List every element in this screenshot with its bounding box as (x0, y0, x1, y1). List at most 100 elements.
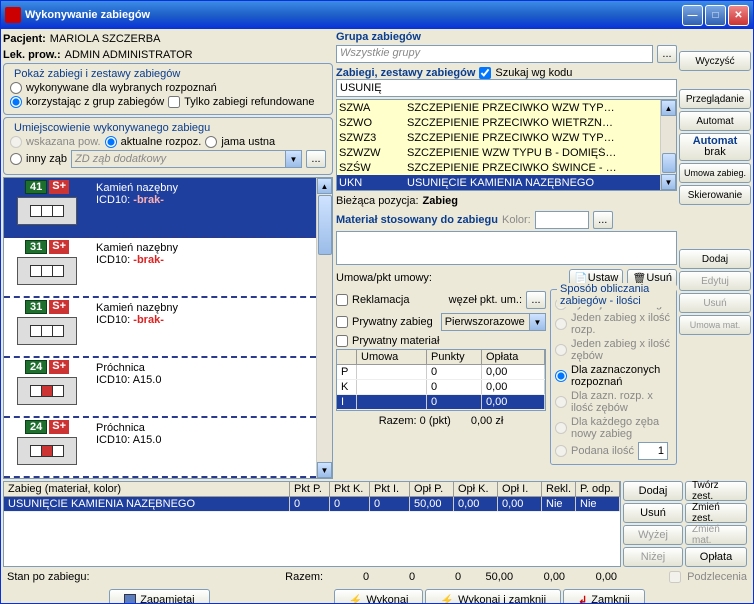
list-item[interactable]: SZWZWSZCZEPIENIE WZW TYPU B - DOMIĘŚ… (337, 145, 660, 160)
scroll-up-icon[interactable]: ▲ (661, 100, 676, 116)
bg-wyzej-button[interactable]: Wyżej (623, 525, 683, 545)
maximize-button[interactable]: □ (705, 5, 726, 26)
list-item[interactable]: SZWZ3SZCZEPIENIE PRZECIWKO WZW TYP… (337, 130, 660, 145)
bg-usun-button[interactable]: Usuń (623, 503, 683, 523)
loc-combo[interactable]: ZD ząb dodatkowy ▼ (71, 150, 302, 168)
procedure-item[interactable]: 41 S+ Kamień nazębny ICD10: -brak- (4, 178, 316, 238)
zapamietaj-button[interactable]: Zapamiętaj (109, 589, 209, 603)
th: P. odp. (576, 482, 620, 496)
bg-dodaj-button[interactable]: Dodaj (623, 481, 683, 501)
podana-input[interactable] (638, 442, 668, 460)
umowa-mat-button[interactable]: Umowa mat. (679, 315, 751, 335)
umowa-zabieg-button[interactable]: Umowa zabieg. (679, 163, 751, 183)
bg-tworz-button[interactable]: Twórz zest. (685, 481, 747, 501)
skierowanie-button[interactable]: Skierowanie (679, 185, 751, 205)
grupa-title: Grupa zabiegów (336, 31, 677, 43)
sposob-radio-3[interactable] (555, 370, 567, 382)
automat-brak-button[interactable]: Automatbrak (679, 133, 751, 161)
scrollbar[interactable]: ▲ ▼ (316, 178, 332, 478)
code-listbox[interactable]: SZWASZCZEPIENIE PRZECIWKO WZW TYP…SZWOSZ… (336, 99, 677, 191)
titlebar: Wykonywanie zabiegów — □ ✕ (1, 1, 753, 29)
podzlecenia-checkbox[interactable] (669, 571, 681, 583)
list-item[interactable]: SZWASZCZEPIENIE PRZECIWKO WZW TYP… (337, 100, 660, 115)
bg-zmienmat-button[interactable]: Zmień mat. (685, 525, 747, 545)
prywatny-material-checkbox[interactable] (336, 335, 348, 347)
procedure-item[interactable]: 31 S+ Kamień nazębny ICD10: -brak- (4, 298, 316, 358)
search-code-checkbox[interactable] (479, 67, 491, 79)
edytuj-mat-button[interactable]: Edytuj (679, 271, 751, 291)
sposob-radio-1[interactable] (555, 318, 567, 330)
td: 0,00 (498, 497, 542, 511)
przegladanie-button[interactable]: Przeglądanie (679, 89, 751, 109)
wyczysc-button[interactable]: Wyczyść (679, 51, 751, 71)
procedure-icd: ICD10: -brak- (96, 254, 310, 266)
scroll-down-icon[interactable]: ▼ (317, 462, 332, 478)
th: Pkt K. (330, 482, 370, 496)
procedure-item[interactable]: 31 S+ Kamień nazębny ICD10: -brak- (4, 238, 316, 298)
table-row[interactable]: K00,00 (337, 380, 545, 395)
scroll-up-icon[interactable]: ▲ (317, 178, 332, 194)
search-code-label: Szukaj wg kodu (495, 67, 572, 79)
bg-oplata-button[interactable]: Opłata (685, 547, 747, 567)
table-row[interactable]: USUNIĘCIE KAMIENIA NAZĘBNEGO00050,000,00… (4, 497, 620, 512)
reklamacja-checkbox[interactable] (336, 294, 348, 306)
th: Opł I. (498, 482, 542, 496)
bg-zmienzest-button[interactable]: Zmień zest. (685, 503, 747, 523)
procedure-item[interactable]: 24 S+ Próchnica ICD10: A15.0 (4, 418, 316, 478)
loc-opt3-radio[interactable] (205, 136, 217, 148)
sposob-label-1: Jeden zabieg x ilość rozp. (571, 312, 672, 336)
grupa-more-button[interactable]: ... (657, 45, 677, 63)
scroll-thumb[interactable] (662, 153, 676, 173)
wezel-more-button[interactable]: ... (526, 291, 546, 309)
table-row[interactable]: I00,00 (337, 395, 545, 410)
kolor-input[interactable] (535, 211, 589, 229)
list-item[interactable]: SZŚWSZCZEPIENIE PRZECIWKO ŚWINCE - … (337, 160, 660, 175)
procedure-name: Kamień nazębny (96, 242, 310, 254)
codelist-scrollbar[interactable]: ▲ ▼ (660, 100, 676, 190)
td: 50,00 (410, 497, 454, 511)
close-button[interactable]: ✕ (728, 5, 749, 26)
search-input[interactable] (336, 79, 677, 97)
usun-mat-button[interactable]: Usuń (679, 293, 751, 313)
th-punkty: Punkty (427, 350, 482, 364)
loc-group-title: Umiejscowienie wykonywanego zabiegu (10, 122, 214, 134)
procedure-item[interactable]: 24 S+ Próchnica ICD10: A15.0 (4, 358, 316, 418)
tooth-number: 31 (25, 240, 47, 254)
list-item[interactable]: UKNUSUNIĘCIE KAMIENIA NAZĘBNEGO (337, 175, 660, 190)
s-badge: S+ (49, 420, 69, 434)
show-opt1-radio[interactable] (10, 82, 22, 94)
sposob-radio-5[interactable] (555, 422, 567, 434)
list-item[interactable]: SZWOSZCZEPIENIE PRZECIWKO WIETRZN… (337, 115, 660, 130)
material-text[interactable] (336, 231, 677, 265)
scroll-down-icon[interactable]: ▼ (661, 174, 676, 190)
procedure-icd: ICD10: A15.0 (96, 374, 310, 386)
automat-button[interactable]: Automat (679, 111, 751, 131)
sposob-radio-4[interactable] (555, 396, 567, 408)
wezel-combo[interactable]: Pierwszorazowe▼ (441, 313, 546, 331)
minimize-button[interactable]: — (682, 5, 703, 26)
show-opt2-radio[interactable] (10, 96, 22, 108)
bg-nizej-button[interactable]: Niżej (623, 547, 683, 567)
grupa-input[interactable]: Wszystkie grupy (336, 45, 653, 63)
bolt-icon: ⚡ (440, 594, 454, 604)
sposob-radio-6[interactable] (555, 445, 567, 457)
zamknij-button[interactable]: ↲Zamknij (563, 589, 645, 603)
s-badge: S+ (49, 240, 69, 254)
procedure-name: Próchnica (96, 422, 310, 434)
table-row[interactable]: P00,00 (337, 365, 545, 380)
loc-more-button[interactable]: ... (306, 150, 326, 168)
loc-opt4-radio[interactable] (10, 153, 22, 165)
prywatny-material-label: Prywatny materiał (352, 335, 439, 347)
sposob-radio-2[interactable] (555, 344, 567, 356)
dodaj-mat-button[interactable]: Dodaj (679, 249, 751, 269)
sposob-label-6: Podana ilość (571, 445, 634, 457)
chevron-down-icon: ▼ (285, 151, 301, 167)
refund-checkbox[interactable] (168, 96, 180, 108)
loc-opt2-radio[interactable] (105, 136, 117, 148)
scroll-thumb[interactable] (318, 195, 332, 255)
wykonaj-zamknij-button[interactable]: ⚡Wykonaj i zamknij (425, 589, 561, 603)
wykonaj-button[interactable]: ⚡Wykonaj (334, 589, 424, 603)
loc-opt1-radio[interactable] (10, 136, 22, 148)
kolor-more-button[interactable]: ... (593, 211, 613, 229)
prywatny-zabieg-checkbox[interactable] (336, 316, 348, 328)
